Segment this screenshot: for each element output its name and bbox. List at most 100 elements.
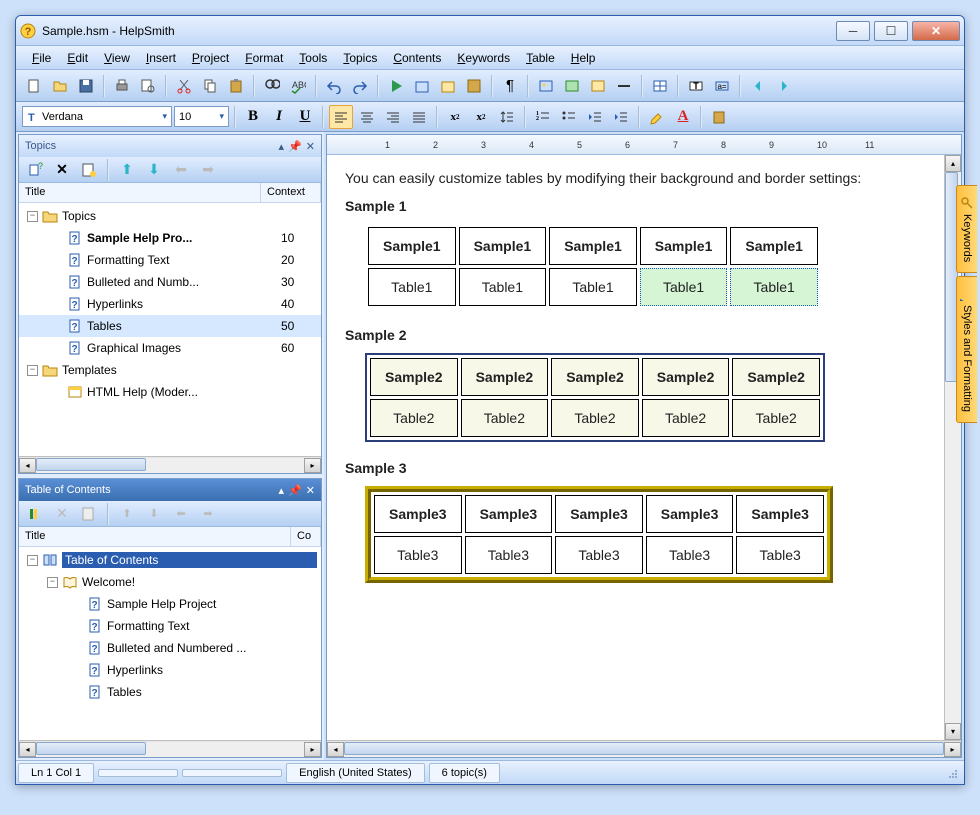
table-header-cell[interactable]: Sample1 <box>368 227 456 265</box>
highlight-button[interactable] <box>645 105 669 129</box>
pin-icon[interactable]: 📌 <box>288 484 302 497</box>
sample-table-2[interactable]: Sample2Sample2Sample2Sample2Sample2Table… <box>365 353 825 442</box>
table-cell[interactable]: Table1 <box>459 268 547 306</box>
preview-button[interactable] <box>136 74 160 98</box>
nav-back-button[interactable] <box>746 74 770 98</box>
toc-col-co[interactable]: Co <box>291 527 321 546</box>
table-cell[interactable]: Table3 <box>646 536 734 574</box>
menu-keywords[interactable]: Keywords <box>449 48 518 68</box>
italic-button[interactable]: I <box>267 105 291 129</box>
redo-button[interactable] <box>348 74 372 98</box>
spellcheck-button[interactable]: ABC <box>286 74 310 98</box>
table-header-cell[interactable]: Sample3 <box>374 495 462 533</box>
toc-item[interactable]: ?Sample Help Project <box>19 593 321 615</box>
topic-properties-button[interactable] <box>77 158 101 182</box>
move-down-button[interactable]: ⬇ <box>142 158 166 182</box>
toc-col-title[interactable]: Title <box>19 527 291 546</box>
underline-button[interactable]: U <box>293 105 317 129</box>
toc-item[interactable]: ?Hyperlinks <box>19 659 321 681</box>
topics-col-title[interactable]: Title <box>19 183 261 202</box>
autohide-icon[interactable]: ▴ <box>279 140 285 153</box>
align-left-button[interactable] <box>329 105 353 129</box>
topic-item[interactable]: ?Tables50 <box>19 315 321 337</box>
table-header-cell[interactable]: Sample1 <box>640 227 728 265</box>
toc-root[interactable]: −Table of Contents <box>19 549 321 571</box>
topic-item[interactable]: ?Graphical Images60 <box>19 337 321 359</box>
cut-button[interactable] <box>172 74 196 98</box>
table-header-cell[interactable]: Sample3 <box>465 495 553 533</box>
table-cell[interactable]: Table2 <box>370 399 458 437</box>
new-button[interactable] <box>22 74 46 98</box>
close-button[interactable]: ✕ <box>912 21 960 41</box>
editor[interactable]: You can easily customize tables by modif… <box>327 155 944 740</box>
new-toc-button[interactable] <box>23 502 47 526</box>
outdent-button[interactable] <box>583 105 607 129</box>
table-header-cell[interactable]: Sample2 <box>370 358 458 396</box>
close-panel-icon[interactable]: ✕ <box>306 140 315 153</box>
table-cell[interactable]: Table2 <box>551 399 639 437</box>
autohide-icon[interactable]: ▴ <box>279 484 285 497</box>
minimize-button[interactable]: ─ <box>836 21 870 41</box>
toc-welcome[interactable]: −Welcome! <box>19 571 321 593</box>
topics-hscroll[interactable]: ◂▸ <box>19 456 321 473</box>
delete-toc-button[interactable]: ✕ <box>50 502 74 526</box>
undo-button[interactable] <box>322 74 346 98</box>
menu-contents[interactable]: Contents <box>385 48 449 68</box>
print-button[interactable] <box>110 74 134 98</box>
save-button[interactable] <box>74 74 98 98</box>
table-cell[interactable]: Table2 <box>461 399 549 437</box>
menu-format[interactable]: Format <box>237 48 291 68</box>
toc-item[interactable]: ?Tables <box>19 681 321 703</box>
toc-right-button[interactable]: ➡ <box>196 502 220 526</box>
resize-grip-icon[interactable] <box>944 765 960 781</box>
template-item[interactable]: HTML Help (Moder... <box>19 381 321 403</box>
table-cell[interactable]: Table1 <box>730 268 818 306</box>
table-header-cell[interactable]: Sample2 <box>732 358 820 396</box>
line-spacing-button[interactable] <box>495 105 519 129</box>
ruler[interactable]: 1234567891011 <box>327 135 961 155</box>
pilcrow-button[interactable]: ¶ <box>498 74 522 98</box>
topics-col-context[interactable]: Context <box>261 183 321 202</box>
topic-item[interactable]: ?Bulleted and Numb...30 <box>19 271 321 293</box>
toc-up-button[interactable]: ⬆ <box>115 502 139 526</box>
table-header-cell[interactable]: Sample2 <box>642 358 730 396</box>
tree-folder-templates[interactable]: −Templates <box>19 359 321 381</box>
toc-item[interactable]: ?Formatting Text <box>19 615 321 637</box>
menu-insert[interactable]: Insert <box>138 48 184 68</box>
toc-properties-button[interactable] <box>77 502 101 526</box>
move-up-button[interactable]: ⬆ <box>115 158 139 182</box>
image-button[interactable] <box>534 74 558 98</box>
paste-formatting-button[interactable] <box>707 105 731 129</box>
sidetab-styles[interactable]: AStyles and Formatting <box>956 276 965 423</box>
open-button[interactable] <box>48 74 72 98</box>
table-cell[interactable]: Table2 <box>732 399 820 437</box>
toc-item[interactable]: ?Bulleted and Numbered ... <box>19 637 321 659</box>
paste-button[interactable] <box>224 74 248 98</box>
table-header-cell[interactable]: Sample2 <box>461 358 549 396</box>
topics-tree[interactable]: −Topics?Sample Help Pro...10?Formatting … <box>19 203 321 456</box>
menu-help[interactable]: Help <box>563 48 604 68</box>
nav-fwd-button[interactable] <box>772 74 796 98</box>
move-left-button[interactable]: ⬅ <box>169 158 193 182</box>
copy-button[interactable] <box>198 74 222 98</box>
new-topic-button[interactable]: ? <box>23 158 47 182</box>
align-center-button[interactable] <box>355 105 379 129</box>
table-cell[interactable]: Table3 <box>736 536 824 574</box>
topic-item[interactable]: ?Formatting Text20 <box>19 249 321 271</box>
hr-button[interactable] <box>612 74 636 98</box>
image3-button[interactable] <box>586 74 610 98</box>
table-cell[interactable]: Table1 <box>368 268 456 306</box>
toc-left-button[interactable]: ⬅ <box>169 502 193 526</box>
table-cell[interactable]: Table1 <box>549 268 637 306</box>
settings-button[interactable] <box>462 74 486 98</box>
close-panel-icon[interactable]: ✕ <box>306 484 315 497</box>
compile2-button[interactable] <box>436 74 460 98</box>
menu-project[interactable]: Project <box>184 48 237 68</box>
find-button[interactable] <box>260 74 284 98</box>
sidetab-keywords[interactable]: Keywords <box>956 185 965 273</box>
superscript-button[interactable]: x2 <box>443 105 467 129</box>
subscript-button[interactable]: x2 <box>469 105 493 129</box>
toc-tree[interactable]: −Table of Contents−Welcome!?Sample Help … <box>19 547 321 740</box>
table-cell[interactable]: Table3 <box>555 536 643 574</box>
table-header-cell[interactable]: Sample1 <box>549 227 637 265</box>
